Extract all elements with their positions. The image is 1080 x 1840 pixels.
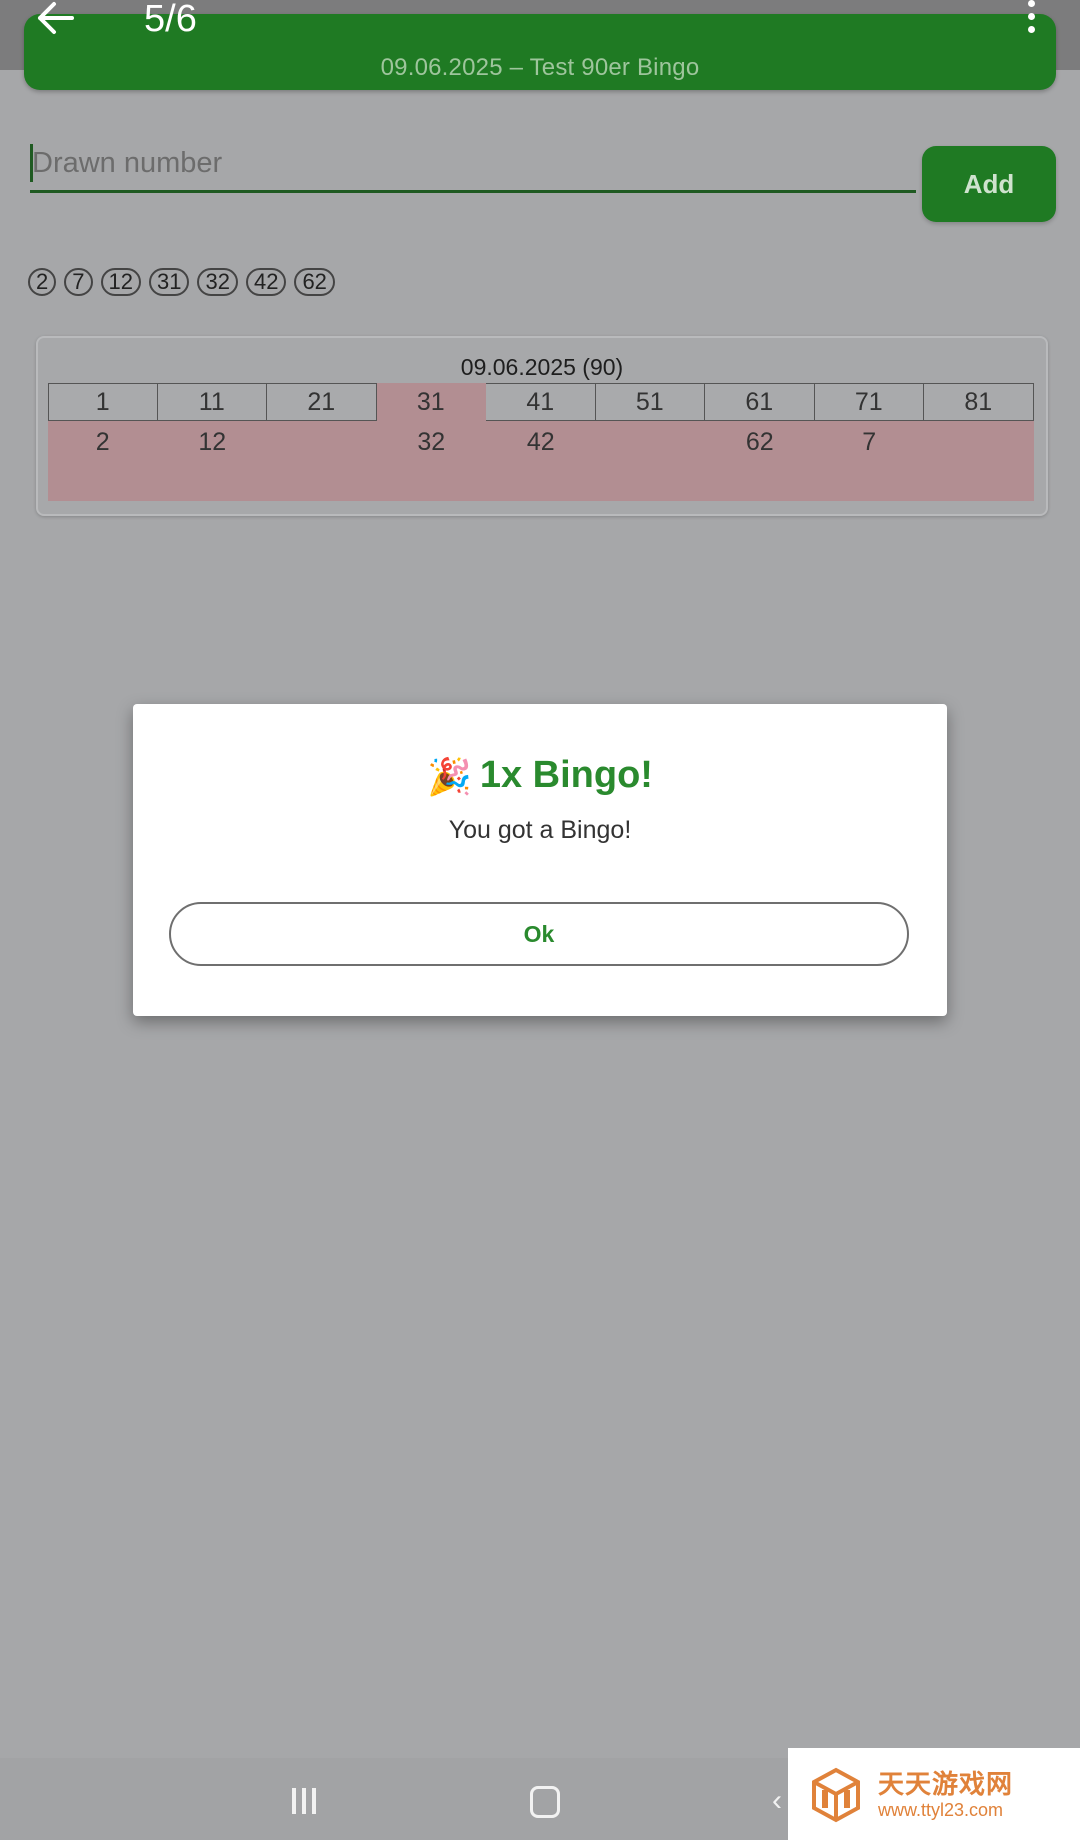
drawn-number-chip: 7 <box>64 268 93 296</box>
card-cell <box>924 421 1034 461</box>
card-row-numbers: 2 12 32 42 62 7 <box>48 421 1034 501</box>
bingo-dialog: 🎉 1x Bingo! You got a Bingo! Ok <box>133 704 947 1016</box>
card-cell: 32 <box>417 428 446 456</box>
back-arrow-icon[interactable] <box>36 0 76 36</box>
home-icon[interactable] <box>530 1786 560 1818</box>
card-cell <box>596 421 706 461</box>
recent-apps-icon[interactable] <box>292 1788 322 1819</box>
add-button[interactable]: Add <box>922 146 1056 222</box>
drawn-number-chip: 42 <box>245 268 287 296</box>
drawn-number-chip: 32 <box>197 268 238 296</box>
drawn-number-field[interactable] <box>30 140 916 193</box>
card-cell: 31 <box>376 383 486 421</box>
party-popper-icon: 🎉 <box>427 756 472 797</box>
drawn-number-chip: 62 <box>294 268 335 296</box>
drawn-number-chip: 12 <box>100 268 141 296</box>
card-cell: 51 <box>595 383 705 421</box>
watermark-name: 天天游戏网 <box>878 1770 1014 1800</box>
card-cell: 61 <box>705 383 815 421</box>
card-row-header: 1 11 21 31 41 51 61 71 81 <box>48 383 1034 421</box>
card-cell: 2 <box>95 428 110 456</box>
card-cell: 71 <box>814 383 924 421</box>
drawn-numbers-list: 2 7 12 31 32 42 62 <box>28 268 335 296</box>
card-cell: 42 <box>526 428 555 456</box>
card-cell: 62 <box>745 428 774 456</box>
watermark-logo-icon <box>806 1764 866 1824</box>
dialog-title: 🎉 1x Bingo! <box>133 754 947 798</box>
page-title: 09.06.2025 – Test 90er Bingo <box>380 54 700 81</box>
card-cell: 11 <box>157 383 267 421</box>
text-caret <box>30 144 33 182</box>
watermark: 天天游戏网 www.ttyl23.com <box>788 1748 1080 1840</box>
card-cell: 1 <box>48 383 158 421</box>
nav-back-icon[interactable]: ‹ <box>772 1786 782 1816</box>
card-cell: 41 <box>486 383 596 421</box>
card-title: 09.06.2025 (90) <box>460 354 624 380</box>
card-cell <box>267 421 377 461</box>
drawn-number-chip: 2 <box>28 268 57 296</box>
dialog-title-text: 1x Bingo! <box>479 754 653 796</box>
page-counter: 5/6 <box>144 0 197 40</box>
drawn-number-chip: 31 <box>148 268 190 296</box>
card-cell: 21 <box>267 383 377 421</box>
dialog-message: You got a Bingo! <box>448 816 632 844</box>
ok-button[interactable]: Ok <box>169 902 909 966</box>
card-cell: 7 <box>862 428 877 456</box>
drawn-number-input[interactable] <box>30 140 916 186</box>
bingo-card: 09.06.2025 (90) 1 11 21 31 41 51 61 71 81 2 12 32 4… <box>36 336 1048 516</box>
card-cell: 12 <box>198 428 227 456</box>
more-options-icon[interactable] <box>1024 0 1038 34</box>
card-grid: 1 11 21 31 41 51 61 71 81 2 12 32 42 62 7 <box>48 383 1034 501</box>
card-cell: 81 <box>924 383 1034 421</box>
watermark-url: www.ttyl23.com <box>878 1800 1004 1820</box>
